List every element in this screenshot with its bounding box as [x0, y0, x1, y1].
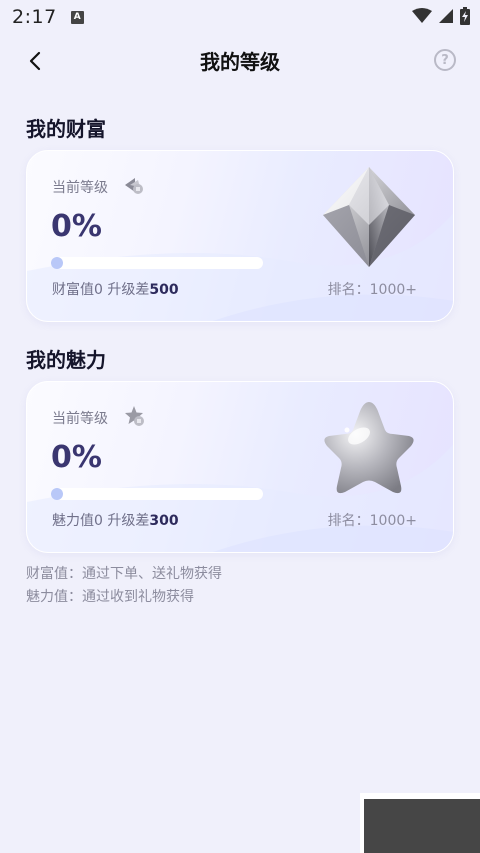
diff-prefix: 魅力值0 升级差: [52, 513, 150, 529]
wealth-level-card: 当前等级 0% 财富值0 升级差500 排名：1000+: [26, 150, 454, 322]
nav-bar: 我的等级 ?: [0, 40, 480, 80]
silver-star-icon: [324, 402, 414, 494]
diff-value: 500: [149, 282, 179, 298]
rank-text: 排名：1000+: [327, 282, 417, 298]
charm-note: 魅力值：通过收到礼物获得: [26, 589, 194, 605]
signal-icon: [439, 9, 453, 23]
help-button[interactable]: ?: [434, 49, 456, 71]
diff-value: 300: [149, 513, 179, 529]
status-icons: [412, 7, 470, 25]
overlay-panel: [364, 799, 480, 853]
status-time: 2:17: [12, 6, 57, 28]
status-bar: 2:17 A: [0, 0, 480, 34]
diff-prefix: 财富值0 升级差: [52, 282, 150, 298]
floating-overlay: [360, 793, 480, 853]
level-progress-bar: [51, 488, 263, 500]
progress-indicator: [51, 488, 63, 500]
wealth-section-title: 我的财富: [26, 117, 106, 141]
page-title: 我的等级: [200, 50, 280, 74]
level-progress-bar: [51, 257, 263, 269]
charm-section-title: 我的魅力: [26, 348, 106, 372]
current-level-label: 当前等级: [52, 411, 108, 427]
level-badge-icon: [125, 406, 144, 426]
wifi-icon: [412, 8, 432, 23]
current-level-label: 当前等级: [52, 180, 108, 196]
crystal-gem-icon: [323, 167, 415, 267]
notification-app-icon: A: [70, 10, 84, 24]
battery-icon: [460, 7, 470, 25]
rank-text: 排名：1000+: [327, 513, 417, 529]
question-icon: ?: [441, 52, 449, 68]
wealth-note: 财富值：通过下单、送礼物获得: [26, 566, 222, 582]
level-percent: 0%: [51, 440, 102, 475]
upgrade-difference-text: 财富值0 升级差500: [52, 279, 179, 299]
upgrade-difference-text: 魅力值0 升级差300: [52, 510, 179, 530]
level-badge-icon: [125, 178, 143, 194]
progress-indicator: [51, 257, 63, 269]
level-percent: 0%: [51, 209, 102, 244]
charm-level-card: 当前等级 0% 魅力值0 升级差300 排名：1000+: [26, 381, 454, 553]
